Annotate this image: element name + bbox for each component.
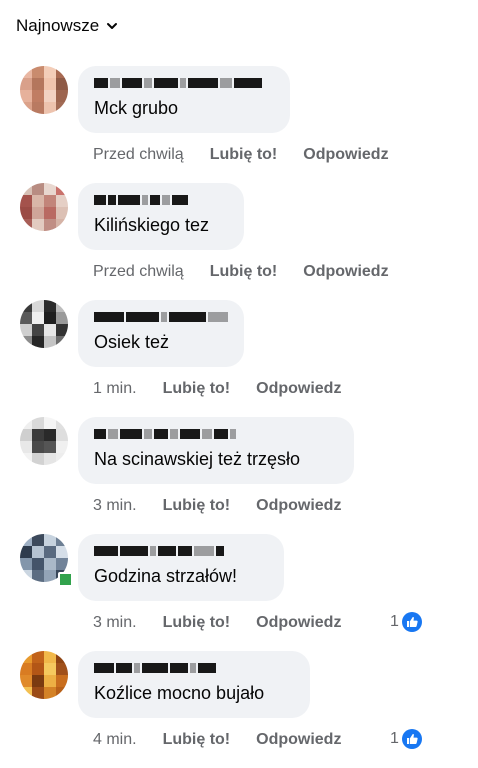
reply-button[interactable]: Odpowiedz (256, 731, 341, 749)
reaction-count-label: 1 (390, 613, 399, 630)
sort-dropdown[interactable]: Najnowsze (16, 16, 118, 36)
comment-bubble: Mck grubo (78, 66, 290, 133)
comment-timestamp[interactable]: Przed chwilą (93, 146, 184, 164)
comment-timestamp[interactable]: 1 min. (93, 380, 137, 398)
reply-button[interactable]: Odpowiedz (303, 263, 388, 281)
comment-item: Mck grubo Przed chwilą Lubię to! Odpowiedz (0, 66, 478, 183)
comment-actions: 3 min. Lubię to! Odpowiedz (93, 497, 341, 515)
comment-actions: 1 min. Lubię to! Odpowiedz (93, 380, 341, 398)
comment-item: Osiek też 1 min. Lubię to! Odpowiedz (0, 300, 478, 417)
avatar[interactable] (20, 183, 68, 231)
comment-timestamp[interactable]: 3 min. (93, 497, 137, 515)
reaction-count[interactable]: 1 (390, 612, 422, 632)
comment-author-name-blurred[interactable] (94, 74, 274, 91)
like-button[interactable]: Lubię to! (163, 380, 231, 398)
avatar[interactable] (20, 417, 68, 465)
comment-bubble: Osiek też (78, 300, 244, 367)
comment-text: Kilińskiego tez (94, 215, 210, 235)
comment-timestamp[interactable]: 4 min. (93, 731, 137, 749)
reaction-count[interactable]: 1 (390, 729, 422, 749)
online-status-indicator (58, 572, 73, 587)
thumbs-up-icon (401, 612, 422, 632)
comment-actions: Przed chwilą Lubię to! Odpowiedz (93, 146, 389, 164)
avatar[interactable] (20, 300, 68, 348)
comment-text: Koźlice mocno bujało (94, 683, 265, 703)
avatar-image (20, 183, 68, 231)
comment-text: Na scinawskiej też trzęsło (94, 449, 301, 469)
like-button[interactable]: Lubię to! (210, 263, 278, 281)
reply-button[interactable]: Odpowiedz (256, 614, 341, 632)
avatar-image (20, 300, 68, 348)
comment-author-name-blurred[interactable] (94, 308, 228, 325)
comment-text: Osiek też (94, 332, 170, 352)
avatar-image (20, 417, 68, 465)
comment-item: Godzina strzałów! 3 min. Lubię to! Odpowied… (0, 534, 478, 651)
comment-item: Na scinawskiej też trzęsło 3 min. Lubię to… (0, 417, 478, 534)
reaction-count-label: 1 (390, 730, 399, 747)
comment-author-name-blurred[interactable] (94, 191, 228, 208)
comment-timestamp[interactable]: Przed chwilą (93, 263, 184, 281)
comment-text: Mck grubo (94, 98, 179, 118)
sort-label: Najnowsze (16, 16, 100, 35)
reply-button[interactable]: Odpowiedz (256, 497, 341, 515)
comment-actions: Przed chwilą Lubię to! Odpowiedz (93, 263, 389, 281)
reply-button[interactable]: Odpowiedz (303, 146, 388, 164)
comment-actions: 4 min. Lubię to! Odpowiedz (93, 731, 341, 749)
like-button[interactable]: Lubię to! (163, 731, 231, 749)
reply-button[interactable]: Odpowiedz (256, 380, 341, 398)
comment-item: Kilińskiego tez Przed chwilą Lubię to! Odpo… (0, 183, 478, 300)
comment-author-name-blurred[interactable] (94, 659, 294, 676)
comment-text: Godzina strzałów! (94, 566, 238, 586)
comment-author-name-blurred[interactable] (94, 425, 338, 442)
like-button[interactable]: Lubię to! (163, 614, 231, 632)
like-button[interactable]: Lubię to! (163, 497, 231, 515)
avatar[interactable] (20, 66, 68, 114)
comment-author-name-blurred[interactable] (94, 542, 268, 559)
avatar-image (20, 651, 68, 699)
comment-bubble: Koźlice mocno bujało (78, 651, 310, 718)
comment-timestamp[interactable]: 3 min. (93, 614, 137, 632)
avatar-image (20, 66, 68, 114)
comment-actions: 3 min. Lubię to! Odpowiedz (93, 614, 341, 632)
comment-bubble: Na scinawskiej też trzęsło (78, 417, 354, 484)
chevron-down-icon (107, 23, 118, 29)
comment-bubble: Godzina strzałów! (78, 534, 284, 601)
thumbs-up-icon (401, 729, 422, 749)
comment-bubble: Kilińskiego tez (78, 183, 244, 250)
comment-item: Koźlice mocno bujało 4 min. Lubię to! Odpow… (0, 651, 478, 768)
like-button[interactable]: Lubię to! (210, 146, 278, 164)
avatar[interactable] (20, 651, 68, 699)
